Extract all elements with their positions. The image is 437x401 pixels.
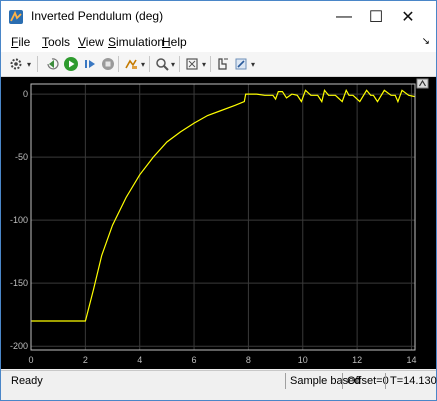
zoom-dropdown-icon[interactable]: ▾ [171, 60, 175, 69]
x-tick-label: 6 [192, 355, 197, 365]
x-tick-label: 14 [406, 355, 416, 365]
x-tick-label: 8 [246, 355, 251, 365]
plot-background [1, 77, 436, 369]
toolbar-separator [149, 56, 150, 72]
cursor-measure-icon[interactable] [214, 55, 232, 73]
y-tick-label: -100 [10, 215, 28, 225]
toolbar: ▾ ▾ ▾ ▾ ▾ [1, 52, 436, 77]
zoom-icon[interactable] [153, 55, 171, 73]
run-icon[interactable] [62, 55, 80, 73]
x-tick-label: 12 [352, 355, 362, 365]
style-dropdown-icon[interactable]: ▾ [251, 60, 255, 69]
menu-bar: File Tools View Simulation Help ↘ [1, 32, 436, 52]
x-tick-label: 2 [83, 355, 88, 365]
menu-simulation[interactable]: Simulation [108, 35, 164, 49]
toolbar-separator [210, 56, 211, 72]
settings-dropdown-icon[interactable]: ▾ [27, 60, 31, 69]
plot-area: 0 -50 -100 -150 -200 0 2 4 6 8 10 12 14 [1, 77, 436, 369]
status-bar: Ready Sample based Offset=0 T=14.130 [1, 370, 437, 391]
expand-icon[interactable] [416, 78, 429, 89]
x-tick-label: 10 [298, 355, 308, 365]
highlight-icon[interactable] [122, 55, 140, 73]
y-tick-label: -200 [10, 341, 28, 351]
style-icon[interactable] [232, 55, 250, 73]
close-button[interactable]: ✕ [385, 1, 431, 32]
x-tick-label: 4 [137, 355, 142, 365]
step-back-icon[interactable] [43, 55, 61, 73]
menu-file[interactable]: File [11, 35, 30, 49]
y-tick-label: -150 [10, 278, 28, 288]
menu-view[interactable]: View [78, 35, 104, 49]
undock-arrow-icon[interactable]: ↘ [422, 36, 430, 47]
matlab-scope-icon [9, 10, 23, 24]
title-bar[interactable]: Inverted Pendulum (deg) — ☐ ✕ [1, 1, 436, 32]
menu-help[interactable]: Help [162, 35, 187, 49]
y-tick-label: 0 [23, 89, 28, 99]
minimize-icon: — [336, 7, 352, 25]
fit-dropdown-icon[interactable]: ▾ [202, 60, 206, 69]
status-ready: Ready [11, 375, 43, 387]
close-icon: ✕ [401, 8, 415, 26]
menu-tools[interactable]: Tools [42, 35, 70, 49]
toolbar-separator [118, 56, 119, 72]
scope-plot[interactable]: 0 -50 -100 -150 -200 0 2 4 6 8 10 12 14 [1, 77, 436, 369]
window-title: Inverted Pendulum (deg) [31, 9, 164, 23]
x-tick-label: 0 [28, 355, 33, 365]
toolbar-separator [37, 56, 38, 72]
toolbar-separator [179, 56, 180, 72]
scope-window: Inverted Pendulum (deg) — ☐ ✕ File Tools… [0, 0, 437, 401]
status-time: T=14.130 [385, 373, 437, 389]
y-tick-label: -50 [15, 152, 28, 162]
step-forward-icon[interactable] [81, 55, 99, 73]
fit-to-view-icon[interactable] [183, 55, 201, 73]
settings-icon[interactable] [7, 55, 25, 73]
stop-icon[interactable] [99, 55, 117, 73]
maximize-icon: ☐ [368, 8, 384, 26]
highlight-dropdown-icon[interactable]: ▾ [141, 60, 145, 69]
